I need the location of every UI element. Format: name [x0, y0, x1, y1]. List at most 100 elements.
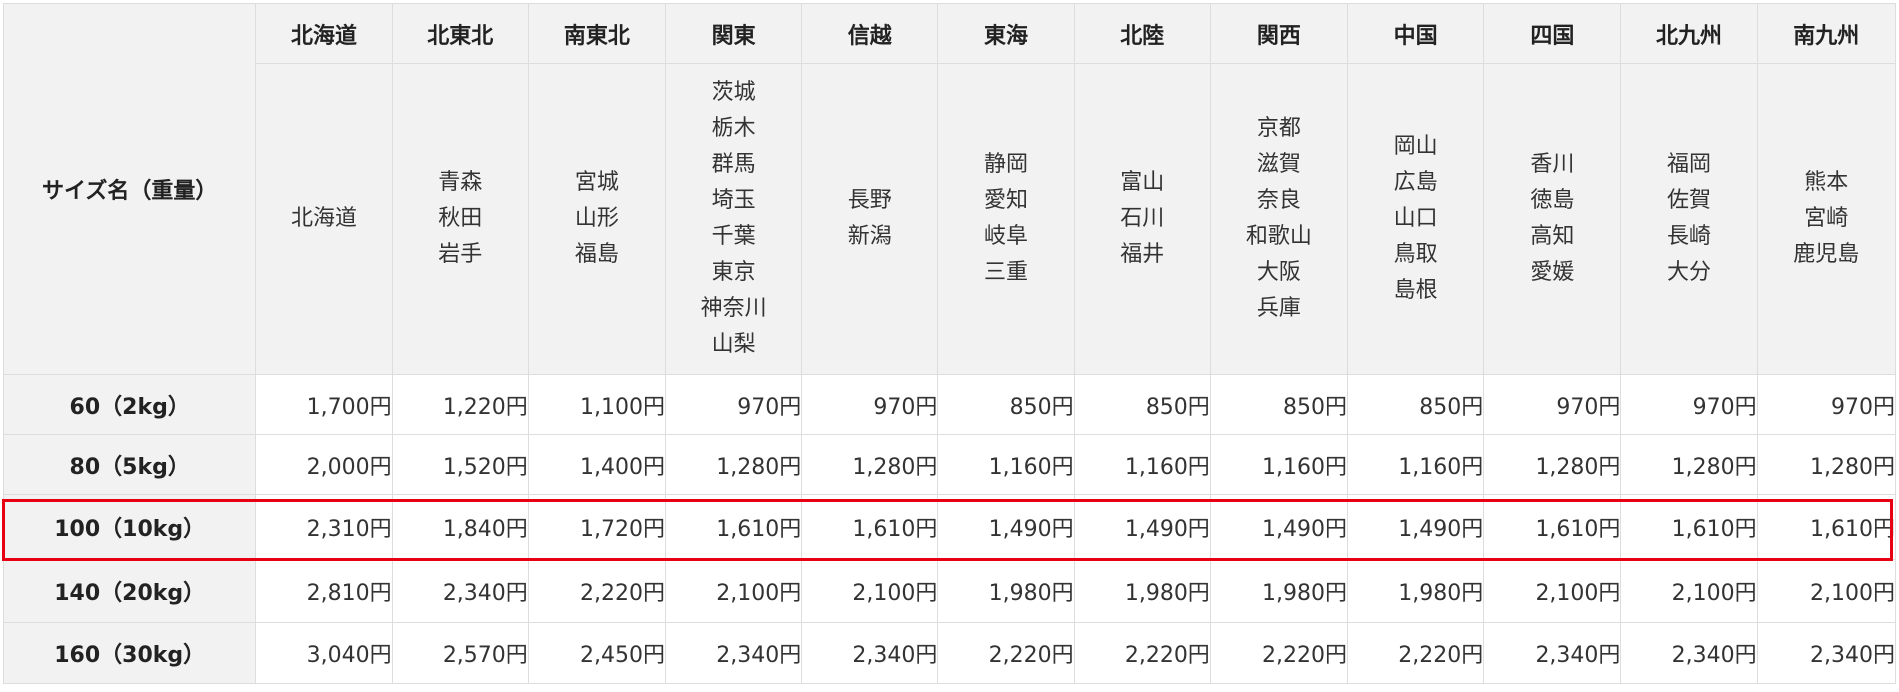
- prefecture-name: 岡山: [1393, 134, 1438, 159]
- price-cell: 2,000円: [255, 434, 393, 495]
- price-cell: 2,340円: [664, 622, 803, 684]
- prefecture-name: 佐賀: [1667, 188, 1712, 213]
- region-header: 信越: [801, 3, 939, 64]
- region-header: 南東北: [527, 3, 667, 64]
- prefecture-name: 青森: [438, 170, 483, 195]
- price-row: 60（2kg） 1,700円 1,220円 1,100円 970円 970円 850円 850…: [2, 374, 1897, 435]
- size-label: 80（5kg）: [2, 434, 257, 495]
- prefecture-name: 大阪: [1256, 260, 1301, 285]
- region-header: 関東: [664, 3, 803, 64]
- price-cell: 850円: [1073, 374, 1211, 435]
- price-cell: 1,490円: [1209, 494, 1349, 560]
- prefecture-name: 千葉: [711, 224, 756, 249]
- prefecture-name: 長崎: [1667, 224, 1712, 249]
- prefecture-name: 広島: [1393, 170, 1438, 195]
- prefecture-name: 京都: [1256, 116, 1301, 141]
- price-cell: 1,490円: [1347, 494, 1485, 560]
- prefecture-name: 秋田: [438, 206, 483, 231]
- prefecture-row: 北海道 青森 秋田 岩手 宮城 山形 福島 茨城 栃木 群馬 埼玉 千葉 東京 神奈川 山梨 長野 新潟 静岡 愛知…: [4, 63, 1897, 375]
- shipping-rate-page: サイズ名（重量） 北海道 北東北 南東北 関東 信越 東海 北陸 関西 中国 四…: [0, 0, 1899, 692]
- region-header: 北陸: [1073, 3, 1211, 64]
- price-cell: 970円: [664, 374, 803, 435]
- price-cell: 1,100円: [527, 374, 667, 435]
- prefecture-list: 茨城 栃木 群馬 埼玉 千葉 東京 神奈川 山梨: [664, 63, 803, 375]
- price-cell: 970円: [1483, 374, 1622, 435]
- price-row: 80（5kg） 2,000円 1,520円 1,400円 1,280円 1,280円 1,1…: [2, 434, 1897, 495]
- price-cell: 850円: [937, 374, 1075, 435]
- price-cell: 1,610円: [1620, 494, 1758, 560]
- price-cell: 1,520円: [391, 434, 529, 495]
- prefecture-name: 島根: [1393, 278, 1438, 303]
- prefecture-name: 埼玉: [711, 188, 756, 213]
- price-cell: 1,280円: [801, 434, 939, 495]
- prefecture-name: 宮崎: [1804, 206, 1849, 231]
- price-row: 100（10kg） 2,310円 1,840円 1,720円 1,610円 1,610円 1…: [2, 494, 1897, 560]
- prefecture-name: 岩手: [438, 242, 483, 267]
- region-header: 東海: [937, 3, 1075, 64]
- region-header: 北東北: [391, 3, 529, 64]
- region-header: 北九州: [1620, 3, 1758, 64]
- size-label: 160（30kg）: [2, 622, 257, 684]
- price-row: 140（20kg） 2,810円 2,340円 2,220円 2,100円 2,100円 1…: [2, 559, 1897, 623]
- price-cell: 850円: [1347, 374, 1485, 435]
- prefecture-name: 栃木: [711, 116, 756, 141]
- prefecture-name: 愛媛: [1530, 260, 1575, 285]
- price-cell: 1,160円: [1347, 434, 1485, 495]
- prefecture-name: 奈良: [1256, 188, 1301, 213]
- price-cell: 2,220円: [527, 559, 667, 623]
- price-cell: 2,340円: [1483, 622, 1622, 684]
- region-header: 関西: [1209, 3, 1349, 64]
- price-cell: 2,100円: [801, 559, 939, 623]
- prefecture-list: 福岡 佐賀 長崎 大分: [1620, 63, 1758, 375]
- prefecture-list: 静岡 愛知 岐阜 三重: [937, 63, 1075, 375]
- prefecture-name: 東京: [711, 260, 756, 285]
- price-cell: 1,610円: [1483, 494, 1622, 560]
- price-cell: 1,700円: [255, 374, 393, 435]
- price-cell: 1,160円: [937, 434, 1075, 495]
- prefecture-name: 山口: [1393, 206, 1438, 231]
- price-row: 160（30kg） 3,040円 2,570円 2,450円 2,340円 2,340円 2…: [2, 622, 1897, 684]
- price-cell: 3,040円: [255, 622, 393, 684]
- price-cell: 1,980円: [1209, 559, 1349, 623]
- prefecture-name: 兵庫: [1256, 296, 1301, 321]
- price-cell: 2,810円: [255, 559, 393, 623]
- price-cell: 1,490円: [1073, 494, 1211, 560]
- price-cell: 1,720円: [527, 494, 667, 560]
- price-cell: 2,220円: [1347, 622, 1485, 684]
- price-cell: 1,610円: [1756, 494, 1897, 560]
- size-label: 60（2kg）: [2, 374, 257, 435]
- prefecture-name: 熊本: [1804, 170, 1849, 195]
- price-cell: 1,610円: [664, 494, 803, 560]
- price-cell: 1,980円: [937, 559, 1075, 623]
- price-cell: 1,160円: [1073, 434, 1211, 495]
- prefecture-name: 福井: [1120, 242, 1165, 267]
- price-cell: 1,280円: [1483, 434, 1622, 495]
- prefecture-name: 和歌山: [1245, 224, 1312, 249]
- prefecture-name: 滋賀: [1256, 152, 1301, 177]
- price-cell: 1,980円: [1347, 559, 1485, 623]
- region-header: 北海道: [255, 3, 393, 64]
- prefecture-name: 北海道: [290, 206, 357, 231]
- prefecture-name: 福島: [574, 242, 619, 267]
- prefecture-name: 富山: [1120, 170, 1165, 195]
- price-cell: 2,220円: [937, 622, 1075, 684]
- prefecture-name: 香川: [1530, 152, 1575, 177]
- prefecture-name: 山形: [574, 206, 619, 231]
- size-label: 140（20kg）: [2, 559, 257, 623]
- prefecture-name: 三重: [984, 260, 1029, 285]
- prefecture-name: 神奈川: [700, 296, 767, 321]
- price-cell: 970円: [1620, 374, 1758, 435]
- prefecture-list: 香川 徳島 高知 愛媛: [1483, 63, 1622, 375]
- prefecture-name: 宮城: [574, 170, 619, 195]
- price-cell: 970円: [801, 374, 939, 435]
- price-cell: 2,340円: [391, 559, 529, 623]
- prefecture-list: 岡山 広島 山口 鳥取 島根: [1347, 63, 1485, 375]
- price-cell: 2,340円: [1756, 622, 1897, 684]
- price-cell: 2,100円: [1483, 559, 1622, 623]
- size-label: 100（10kg）: [2, 494, 257, 560]
- price-cell: 850円: [1209, 374, 1349, 435]
- price-cell: 2,570円: [391, 622, 529, 684]
- price-cell: 1,490円: [937, 494, 1075, 560]
- prefecture-name: 高知: [1530, 224, 1575, 249]
- prefecture-name: 岐阜: [984, 224, 1029, 249]
